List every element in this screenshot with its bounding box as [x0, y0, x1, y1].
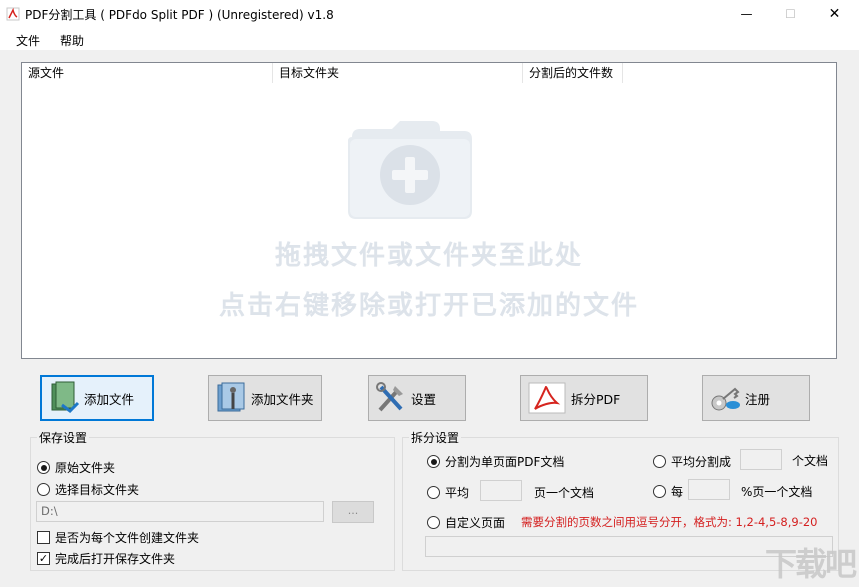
file-list[interactable]: 源文件 目标文件夹 分割后的文件数 拖拽文件或文件夹至此处 点击右键移除或打开已… [21, 62, 837, 359]
percent-pages-input[interactable] [688, 479, 730, 500]
checkbox-open-folder-label: 完成后打开保存文件夹 [55, 552, 176, 566]
split-pdf-label: 拆分PDF [571, 391, 621, 407]
radio-original-folder-label: 原始文件夹 [55, 461, 116, 475]
radio-custom-pages[interactable]: 自定义页面 [427, 514, 505, 531]
browse-button[interactable]: ... [332, 501, 374, 523]
save-settings-group: 保存设置 原始文件夹 选择目标文件夹 D:\ ... 是否为每个文件创建文件夹 … [30, 429, 395, 571]
radio-circle[interactable] [427, 486, 440, 499]
custom-pages-hint: 需要分割的页数之间用逗号分开，格式为: 1,2-4,5-8,9-20 [521, 515, 818, 529]
radio-single-page-label: 分割为单页面PDF文档 [445, 455, 565, 469]
settings-label: 设置 [411, 391, 437, 407]
save-settings-title: 保存设置 [37, 429, 90, 446]
close-button[interactable]: ✕ [812, 0, 857, 28]
radio-circle[interactable] [427, 455, 440, 468]
checkbox-open-folder[interactable]: ✓ 完成后打开保存文件夹 [37, 550, 175, 567]
radio-every-percent[interactable]: 每 [653, 483, 683, 500]
minimize-button[interactable]: — [724, 0, 769, 28]
radio-custom-pages-label: 自定义页面 [445, 516, 506, 530]
average-docs-count-input[interactable] [740, 449, 782, 470]
settings-button[interactable]: 设置 [368, 375, 466, 421]
radio-circle[interactable] [37, 483, 50, 496]
window-title: PDF分割工具 ( PDFdo Split PDF ) (Unregistere… [25, 8, 334, 22]
radio-average-pages[interactable]: 平均 [427, 484, 469, 501]
checkbox-box[interactable] [37, 531, 50, 544]
target-folder-path-input[interactable]: D:\ [36, 501, 324, 522]
drop-hint-line1: 拖拽文件或文件夹至此处 [274, 241, 583, 271]
add-folder-button[interactable]: 添加文件夹 [208, 375, 322, 421]
site-watermark: 下载吧 [764, 545, 857, 583]
radio-choose-target-folder-label: 选择目标文件夹 [55, 483, 140, 497]
key-icon [711, 387, 740, 411]
add-file-icon [51, 381, 80, 413]
column-header-target[interactable]: 目标文件夹 [273, 63, 523, 83]
radio-circle[interactable] [37, 461, 50, 474]
menu-file[interactable]: 文件 [16, 32, 40, 49]
checkmark-icon[interactable]: ✓ [37, 552, 50, 565]
checkbox-create-folder-label: 是否为每个文件创建文件夹 [55, 531, 200, 545]
split-settings-title: 拆分设置 [409, 429, 462, 446]
menu-bar: 文件 帮助 [0, 28, 859, 50]
radio-average-into[interactable]: 平均分割成 [653, 453, 731, 470]
drop-hint-line2: 点击右键移除或打开已添加的文件 [218, 291, 639, 321]
tools-icon [376, 382, 403, 412]
radio-original-folder[interactable]: 原始文件夹 [37, 459, 115, 476]
maximize-icon: ☐ [785, 7, 796, 21]
add-folder-label: 添加文件夹 [251, 391, 314, 407]
radio-every-percent-label: 每 [671, 485, 684, 499]
radio-circle[interactable] [653, 485, 666, 498]
pages-per-doc-label: 页一个文档 [534, 486, 595, 500]
menu-help[interactable]: 帮助 [60, 32, 84, 49]
docs-suffix-label: 个文档 [792, 454, 829, 468]
checkbox-create-folder[interactable]: 是否为每个文件创建文件夹 [37, 529, 199, 546]
radio-average-into-label: 平均分割成 [671, 455, 732, 469]
title-bar: PDF分割工具 ( PDFdo Split PDF ) (Unregistere… [0, 0, 859, 28]
add-folder-icon [348, 121, 472, 219]
add-file-button[interactable]: 添加文件 [40, 375, 154, 421]
radio-average-pages-label: 平均 [445, 486, 470, 500]
pages-per-doc-input[interactable] [480, 480, 522, 501]
column-header-source[interactable]: 源文件 [22, 63, 273, 83]
register-label: 注册 [745, 391, 771, 407]
register-button[interactable]: 注册 [702, 375, 810, 421]
close-icon: ✕ [828, 6, 841, 22]
radio-circle[interactable] [427, 516, 440, 529]
maximize-button[interactable]: ☐ [768, 0, 813, 28]
add-file-label: 添加文件 [84, 391, 135, 407]
radio-circle[interactable] [653, 455, 666, 468]
split-pdf-button[interactable]: 拆分PDF [520, 375, 648, 421]
pdf-icon [528, 382, 566, 414]
pdf-app-icon [6, 7, 20, 21]
add-folder-icon-small [217, 382, 245, 412]
percent-pages-label: %页一个文档 [741, 485, 813, 499]
minimize-icon: — [740, 7, 753, 21]
radio-single-page[interactable]: 分割为单页面PDF文档 [427, 453, 564, 470]
radio-choose-target-folder[interactable]: 选择目标文件夹 [37, 481, 139, 498]
column-header-count[interactable]: 分割后的文件数 [523, 63, 623, 83]
